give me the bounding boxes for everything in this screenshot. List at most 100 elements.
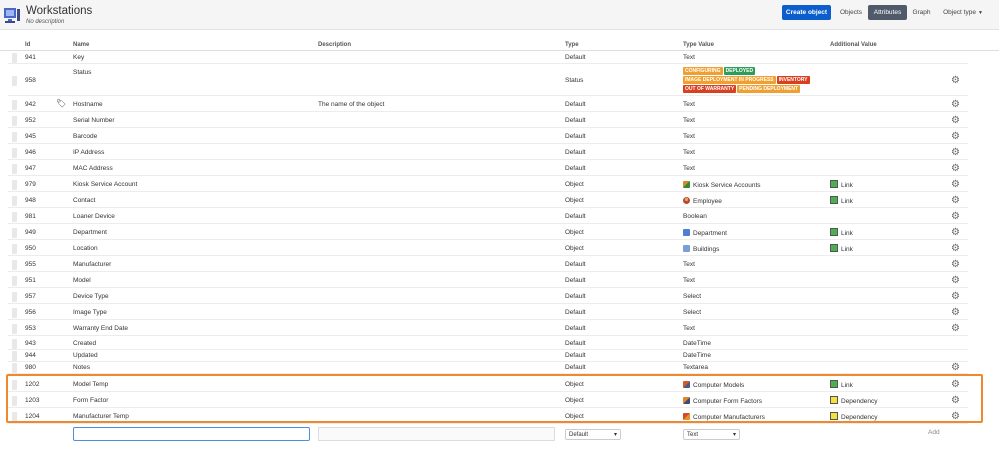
gear-icon[interactable]: ⚙	[951, 76, 960, 86]
new-attribute-name-input[interactable]	[73, 427, 310, 441]
gear-icon[interactable]: ⚙	[951, 212, 960, 222]
tab-graph[interactable]: Graph	[909, 5, 934, 20]
col-type: Type	[565, 42, 579, 48]
ksa-icon	[683, 181, 690, 188]
drag-handle[interactable]	[12, 148, 17, 158]
page-subtitle: No description	[26, 19, 65, 25]
color-swatch	[830, 380, 838, 388]
cell-type-value: Text	[683, 149, 695, 156]
color-swatch	[830, 412, 838, 420]
gear-icon[interactable]: ⚙	[951, 412, 960, 422]
gear-icon[interactable]: ⚙	[951, 180, 960, 190]
drag-handle[interactable]	[12, 260, 17, 270]
drag-handle[interactable]	[12, 276, 17, 286]
drag-handle[interactable]	[12, 396, 17, 406]
drag-handle[interactable]	[12, 244, 17, 254]
gear-icon[interactable]: ⚙	[951, 380, 960, 390]
new-attribute-type-value-select[interactable]: Text ▾	[683, 429, 740, 440]
gear-icon[interactable]: ⚙	[951, 292, 960, 302]
create-object-button[interactable]: Create object	[782, 5, 831, 20]
type-value-label: Computer Models	[693, 382, 745, 389]
gear-icon[interactable]: ⚙	[951, 396, 960, 406]
drag-handle[interactable]	[12, 53, 17, 63]
additional-value-label: Link	[841, 246, 853, 253]
drag-handle[interactable]	[12, 292, 17, 302]
drag-handle[interactable]	[12, 380, 17, 390]
type-value-label: Select	[683, 309, 702, 316]
type-value-label: Select	[683, 293, 702, 300]
tab-attributes[interactable]: Attributes	[868, 5, 907, 20]
dep-icon	[683, 229, 690, 236]
gear-icon[interactable]: ⚙	[951, 196, 960, 206]
drag-handle[interactable]	[12, 180, 17, 190]
cell-id: 949	[25, 229, 36, 236]
table-row: 950 Location Object Buildings Link ⚙	[8, 242, 968, 256]
gear-icon[interactable]: ⚙	[951, 363, 960, 373]
drag-handle[interactable]	[12, 212, 17, 222]
cell-id: 981	[25, 213, 36, 220]
cell-additional-value: Link	[830, 196, 853, 205]
cell-type-value: Select	[683, 293, 701, 300]
drag-handle[interactable]	[12, 339, 17, 349]
drag-handle[interactable]	[12, 76, 17, 86]
drag-handle[interactable]	[12, 351, 17, 361]
drag-handle[interactable]	[12, 228, 17, 238]
type-value-label: DateTime	[683, 340, 711, 347]
new-attribute-type-select[interactable]: Default ▾	[565, 429, 621, 440]
object-type-dropdown[interactable]: Object type ▼	[939, 5, 987, 20]
cell-type: Default	[565, 149, 586, 156]
cell-type: Object	[565, 245, 584, 252]
gear-icon[interactable]: ⚙	[951, 260, 960, 270]
drag-handle[interactable]	[12, 324, 17, 334]
object-type-label: Object type	[943, 9, 976, 16]
table-row: 1202 Model Temp Object Computer Models Link ⚙	[8, 378, 968, 392]
gear-icon[interactable]: ⚙	[951, 148, 960, 158]
tab-objects[interactable]: Objects	[836, 5, 866, 20]
emp-icon	[683, 197, 690, 204]
new-attribute-description-input[interactable]	[318, 427, 555, 441]
type-value-label: Buildings	[693, 246, 720, 253]
cell-name: Notes	[73, 364, 90, 371]
table-row: 979 Kiosk Service Account Object Kiosk Serv…	[8, 178, 968, 192]
cell-id: 953	[25, 325, 36, 332]
drag-handle[interactable]	[12, 196, 17, 206]
add-button[interactable]: Add	[928, 429, 940, 436]
cell-type: Default	[565, 101, 586, 108]
gear-icon[interactable]: ⚙	[951, 116, 960, 126]
drag-handle[interactable]	[12, 132, 17, 142]
gear-icon[interactable]: ⚙	[951, 324, 960, 334]
gear-icon[interactable]: ⚙	[951, 308, 960, 318]
gear-icon[interactable]: ⚙	[951, 164, 960, 174]
type-value-label: Boolean	[683, 213, 707, 220]
gear-icon[interactable]: ⚙	[951, 244, 960, 254]
gear-icon[interactable]: ⚙	[951, 132, 960, 142]
cell-type-value: DateTime	[683, 340, 711, 347]
cell-name: Device Type	[73, 293, 109, 300]
table-row: 1203 Form Factor Object Computer Form Facto…	[8, 394, 968, 408]
cell-type: Object	[565, 397, 584, 404]
drag-handle[interactable]	[12, 116, 17, 126]
drag-handle[interactable]	[12, 412, 17, 422]
table-row: 981 Loaner Device Default Boolean ⚙	[8, 210, 968, 224]
type-value-label: Text	[683, 54, 695, 61]
cell-id: 957	[25, 293, 36, 300]
drag-handle[interactable]	[12, 164, 17, 174]
cell-name: Manufacturer	[73, 261, 112, 268]
cell-type: Default	[565, 309, 586, 316]
cell-type: Default	[565, 364, 586, 371]
cell-type-value: Text	[683, 165, 695, 172]
color-swatch	[830, 180, 838, 188]
cell-name: Warranty End Date	[73, 325, 129, 332]
cell-type-value: Boolean	[683, 213, 707, 220]
drag-handle[interactable]	[12, 308, 17, 318]
additional-value-label: Link	[841, 382, 853, 389]
gear-icon[interactable]: ⚙	[951, 100, 960, 110]
cell-type-value: Text	[683, 277, 695, 284]
gear-icon[interactable]: ⚙	[951, 276, 960, 286]
cell-type: Default	[565, 133, 586, 140]
drag-handle[interactable]	[12, 363, 17, 373]
gear-icon[interactable]: ⚙	[951, 228, 960, 238]
cell-type: Default	[565, 325, 586, 332]
cell-type: Default	[565, 213, 586, 220]
drag-handle[interactable]	[12, 100, 17, 110]
